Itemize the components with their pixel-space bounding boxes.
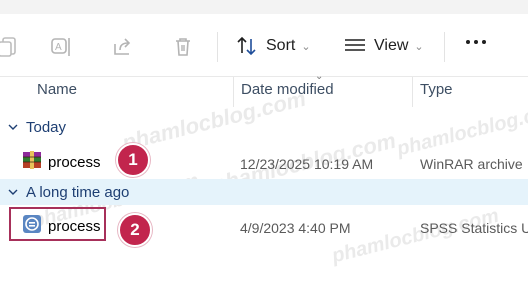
file-name-cell[interactable]: process — [22, 150, 101, 174]
group-label: A long time ago — [26, 183, 130, 201]
step-badge-1: 1 — [116, 143, 150, 177]
column-type[interactable]: Type — [420, 81, 453, 98]
chevron-down-icon: ⌄ — [414, 40, 424, 53]
more-icon[interactable] — [466, 38, 488, 46]
file-type: WinRAR archive — [420, 156, 523, 172]
file-name: process — [48, 153, 101, 171]
column-date-modified[interactable]: Date modified — [241, 81, 334, 98]
chevron-down-icon: ⌄ — [301, 40, 311, 53]
chevron-down-icon — [8, 123, 18, 131]
sort-label: Sort — [266, 37, 296, 54]
toolbar-separator — [444, 32, 445, 62]
view-icon — [345, 39, 365, 51]
sort-button[interactable]: Sort ⌄ — [236, 30, 311, 62]
view-button[interactable]: View ⌄ — [344, 30, 424, 62]
column-divider[interactable] — [233, 77, 234, 107]
title-strip — [0, 0, 528, 14]
column-name[interactable]: Name — [37, 81, 77, 98]
column-divider[interactable] — [412, 77, 413, 107]
sort-icon — [237, 36, 256, 56]
command-bar: A Sort ⌄ View ⌄ — [0, 14, 528, 77]
delete-icon[interactable] — [170, 34, 196, 60]
rename-icon[interactable]: A — [48, 34, 74, 60]
winrar-icon — [22, 150, 42, 174]
file-date: 4/9/2023 4:40 PM — [240, 220, 351, 236]
toolbar-separator — [217, 32, 218, 62]
svg-text:A: A — [55, 42, 62, 53]
share-icon[interactable] — [110, 34, 136, 60]
group-header-today[interactable]: Today — [0, 114, 528, 140]
file-date: 12/23/2025 10:19 AM — [240, 156, 374, 172]
highlight-box — [9, 207, 106, 241]
chevron-down-icon — [8, 188, 18, 196]
step-badge-2: 2 — [118, 213, 152, 247]
column-headers: ⌄ Name Date modified Type — [0, 71, 528, 109]
copy-icon[interactable] — [0, 34, 20, 60]
view-label: View — [374, 37, 409, 54]
file-row[interactable]: process 12/23/2025 10:19 AM WinRAR archi… — [0, 144, 528, 176]
group-label: Today — [26, 118, 67, 136]
group-header-a-long-time-ago[interactable]: A long time ago — [0, 179, 528, 205]
file-type: SPSS Statistics U — [420, 220, 528, 236]
